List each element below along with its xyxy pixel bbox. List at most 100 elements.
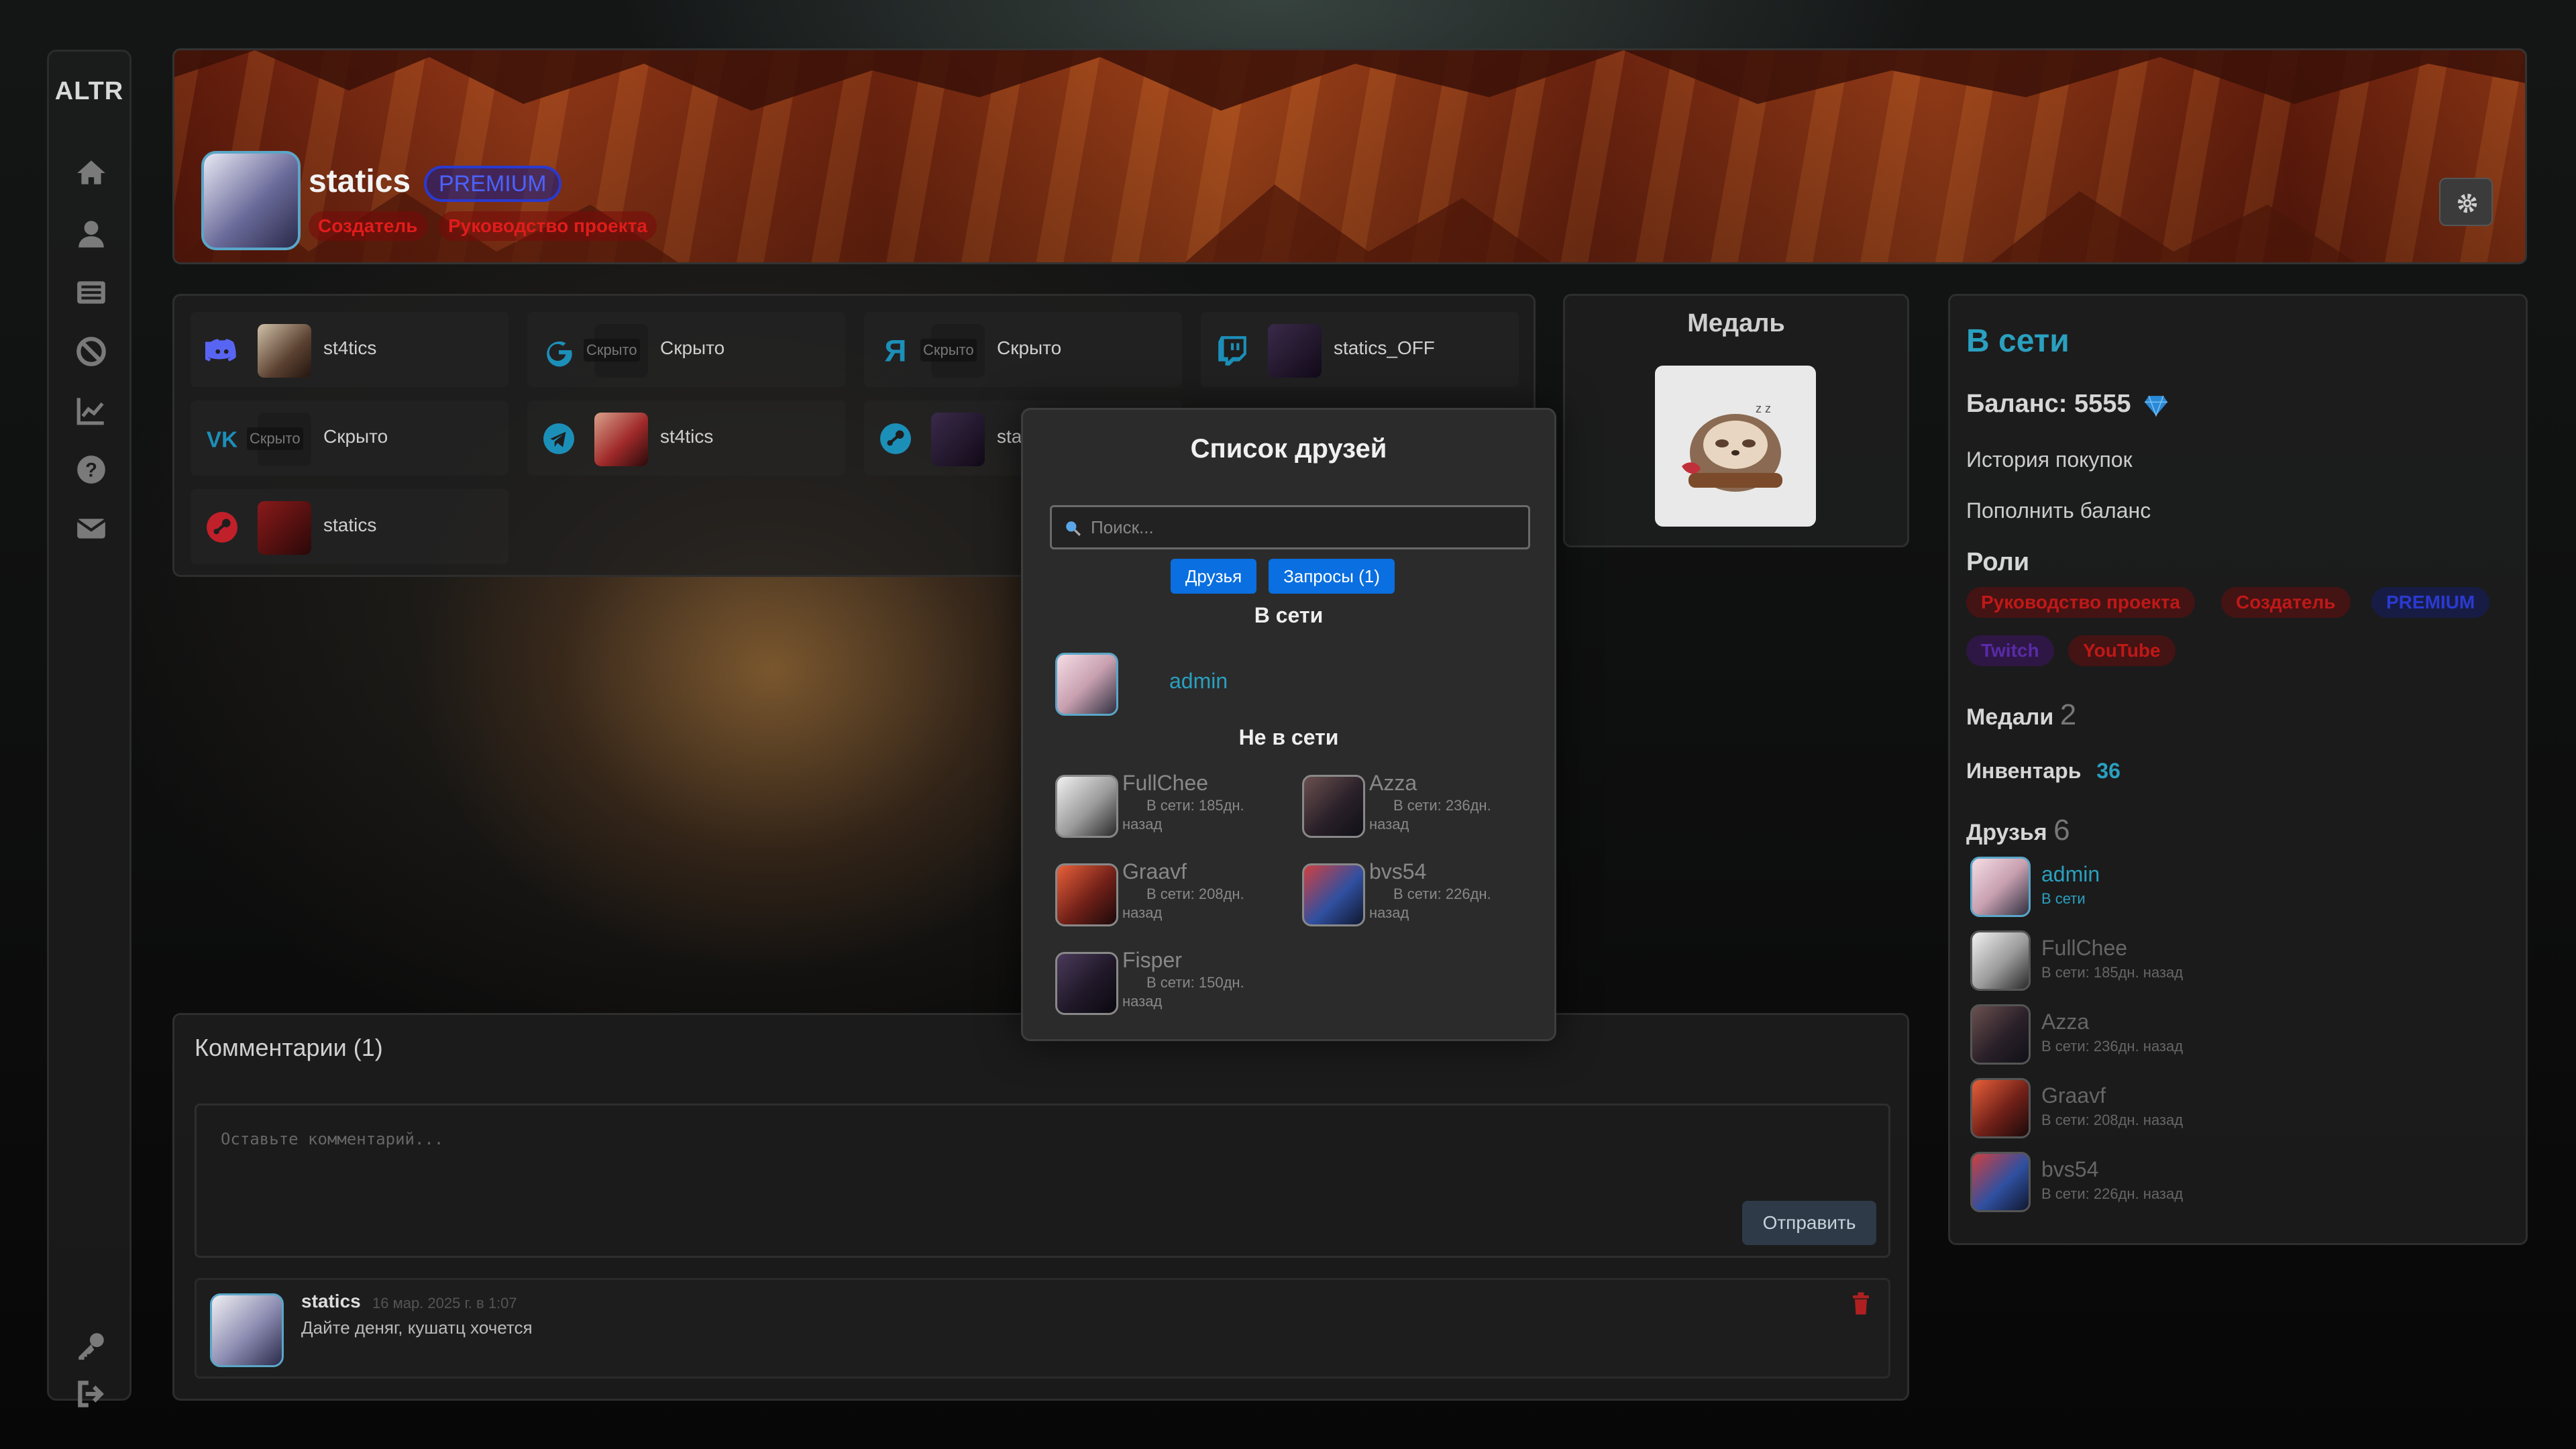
comment-text: Дайте деняг, кушатц хочется: [301, 1318, 533, 1338]
modal-friend-online[interactable]: admin: [1055, 649, 1297, 722]
comment-username[interactable]: statics: [301, 1291, 361, 1312]
modal-friend-offline[interactable]: Azza В сети: 236дн. назад: [1302, 771, 1544, 845]
friend-avatar: [1055, 952, 1118, 1015]
friend-search[interactable]: [1050, 505, 1530, 549]
social-value: st4tics: [323, 337, 377, 358]
help-icon[interactable]: ?: [74, 453, 108, 486]
medal-image[interactable]: z z: [1655, 366, 1816, 527]
friend-avatar: [1055, 775, 1118, 838]
role-badge-creator: Создатель: [309, 211, 427, 241]
online-heading: В сети: [1254, 603, 1324, 627]
friend-row[interactable]: admin В сети: [1970, 857, 2507, 917]
purchase-history-link[interactable]: История покупок: [1966, 447, 2133, 472]
telegram-icon: [543, 423, 574, 454]
friends-list-modal: Список друзей Друзья Запросы (1) В сети …: [1021, 408, 1556, 1041]
google-icon: [547, 341, 572, 367]
friend-status: В сети: 185дн. назад: [2041, 964, 2184, 981]
social-avatar: [931, 413, 985, 466]
friend-status: В сети: 226дн. назад: [2041, 1185, 2184, 1202]
tab-friends[interactable]: Друзья: [1171, 559, 1256, 594]
comments-panel: Комментарии (1) Оставьте комментарий... …: [172, 1013, 1909, 1401]
profile-username: statics: [309, 164, 411, 199]
social-vk[interactable]: VK Скрыто Скрыто: [191, 400, 508, 476]
social-lastfm[interactable]: statics: [191, 489, 508, 564]
friend-row[interactable]: Azza В сети: 236дн. назад: [1970, 1004, 2507, 1065]
friend-status: В сети: 185дн. назад: [1122, 797, 1244, 833]
balance-value: Баланс: 5555: [1966, 390, 2131, 418]
social-yandex[interactable]: Я Скрыто Скрыто: [864, 312, 1182, 387]
mail-icon[interactable]: [74, 512, 108, 545]
role-pill: PREMIUM: [2371, 587, 2490, 618]
svg-text:z z: z z: [1756, 402, 1771, 415]
friend-name: FullChee: [2041, 936, 2128, 960]
tab-requests[interactable]: Запросы (1): [1269, 559, 1395, 594]
friends-label: Друзья: [1966, 820, 2047, 845]
medals-heading: Медали 2: [1966, 698, 2076, 732]
friend-avatar: [1055, 653, 1118, 716]
social-avatar: [594, 413, 648, 466]
profile-banner: statics PREMIUM Создатель Руководство пр…: [172, 48, 2527, 264]
comments-title: Комментарии (1): [195, 1034, 383, 1061]
role-pill: Руководство проекта: [1966, 587, 2195, 618]
profile-avatar[interactable]: [201, 151, 301, 250]
hidden-tag: Скрыто: [584, 339, 640, 362]
gear-icon: [2457, 193, 2477, 213]
roles-heading: Роли: [1966, 548, 2030, 576]
social-value: statics: [323, 515, 377, 535]
social-value: Скрыто: [323, 426, 388, 447]
social-google[interactable]: Скрыто Скрыто: [527, 312, 845, 387]
friend-status: В сети: 236дн. назад: [2041, 1038, 2184, 1055]
friend-avatar: [1970, 1078, 2031, 1138]
friend-status: В сети: [2041, 890, 2086, 907]
inventory-heading[interactable]: Инвентарь 36: [1966, 759, 2121, 784]
friend-row[interactable]: FullChee В сети: 185дн. назад: [1970, 930, 2507, 991]
home-icon[interactable]: [74, 156, 108, 190]
friend-avatar: [1970, 1152, 2031, 1212]
friend-name: Graavf: [1122, 859, 1187, 883]
social-avatar: [1268, 324, 1322, 378]
search-input[interactable]: [1089, 514, 1519, 541]
key-icon[interactable]: [74, 1329, 108, 1362]
modal-friend-offline[interactable]: FullChee В сети: 185дн. назад: [1055, 771, 1297, 845]
friend-avatar: [1970, 930, 2031, 991]
friend-name: Azza: [1369, 771, 1417, 795]
top-up-balance-link[interactable]: Пополнить баланс: [1966, 498, 2151, 523]
social-telegram[interactable]: st4tics: [527, 400, 845, 476]
modal-title: Список друзей: [1190, 434, 1387, 464]
medals-count: 2: [2059, 698, 2077, 731]
friend-name: admin: [2041, 862, 2100, 886]
social-avatar: [258, 501, 311, 555]
friend-status: В сети: 208дн. назад: [1122, 885, 1244, 921]
comment-avatar[interactable]: [210, 1293, 284, 1367]
friend-status: В сети: 226дн. назад: [1369, 885, 1491, 921]
social-twitch[interactable]: statics_OFF: [1201, 312, 1519, 387]
balance-label: Баланс: 5555: [1966, 390, 2169, 419]
friend-row[interactable]: bvs54 В сети: 226дн. назад: [1970, 1152, 2507, 1212]
comment-placeholder: Оставьте комментарий...: [221, 1130, 444, 1148]
logout-icon[interactable]: [74, 1377, 108, 1411]
user-icon[interactable]: [74, 217, 108, 250]
svg-text:?: ?: [85, 460, 97, 481]
medals-label: Медали: [1966, 704, 2054, 730]
social-value: Скрыто: [997, 337, 1062, 358]
role-pill: Twitch: [1966, 635, 2054, 666]
ban-icon[interactable]: [74, 335, 108, 368]
comment-item: statics 16 мар. 2025 г. в 1:07 Дайте ден…: [195, 1278, 1890, 1379]
social-discord[interactable]: st4tics: [191, 312, 508, 387]
trash-icon[interactable]: [1851, 1292, 1871, 1315]
friend-status: В сети: 236дн. назад: [1369, 797, 1491, 833]
friends-heading[interactable]: Друзья 6: [1966, 814, 2070, 847]
status-title: В сети: [1966, 323, 2070, 359]
chart-icon[interactable]: [74, 394, 108, 427]
comment-input[interactable]: Оставьте комментарий... Отправить: [195, 1104, 1890, 1258]
modal-friend-offline[interactable]: Graavf В сети: 208дн. назад: [1055, 859, 1297, 933]
friend-row[interactable]: Graavf В сети: 208дн. назад: [1970, 1078, 2507, 1138]
send-comment-button[interactable]: Отправить: [1742, 1201, 1876, 1245]
modal-friend-offline[interactable]: bvs54 В сети: 226дн. назад: [1302, 859, 1544, 933]
inventory-count: 36: [2096, 759, 2121, 783]
settings-button[interactable]: [2439, 178, 2493, 226]
modal-friend-offline[interactable]: Fisper В сети: 150дн. назад: [1055, 948, 1297, 1022]
app-logo[interactable]: ALTR: [49, 77, 129, 106]
friend-name: admin: [1169, 669, 1228, 693]
list-icon[interactable]: [74, 276, 108, 309]
